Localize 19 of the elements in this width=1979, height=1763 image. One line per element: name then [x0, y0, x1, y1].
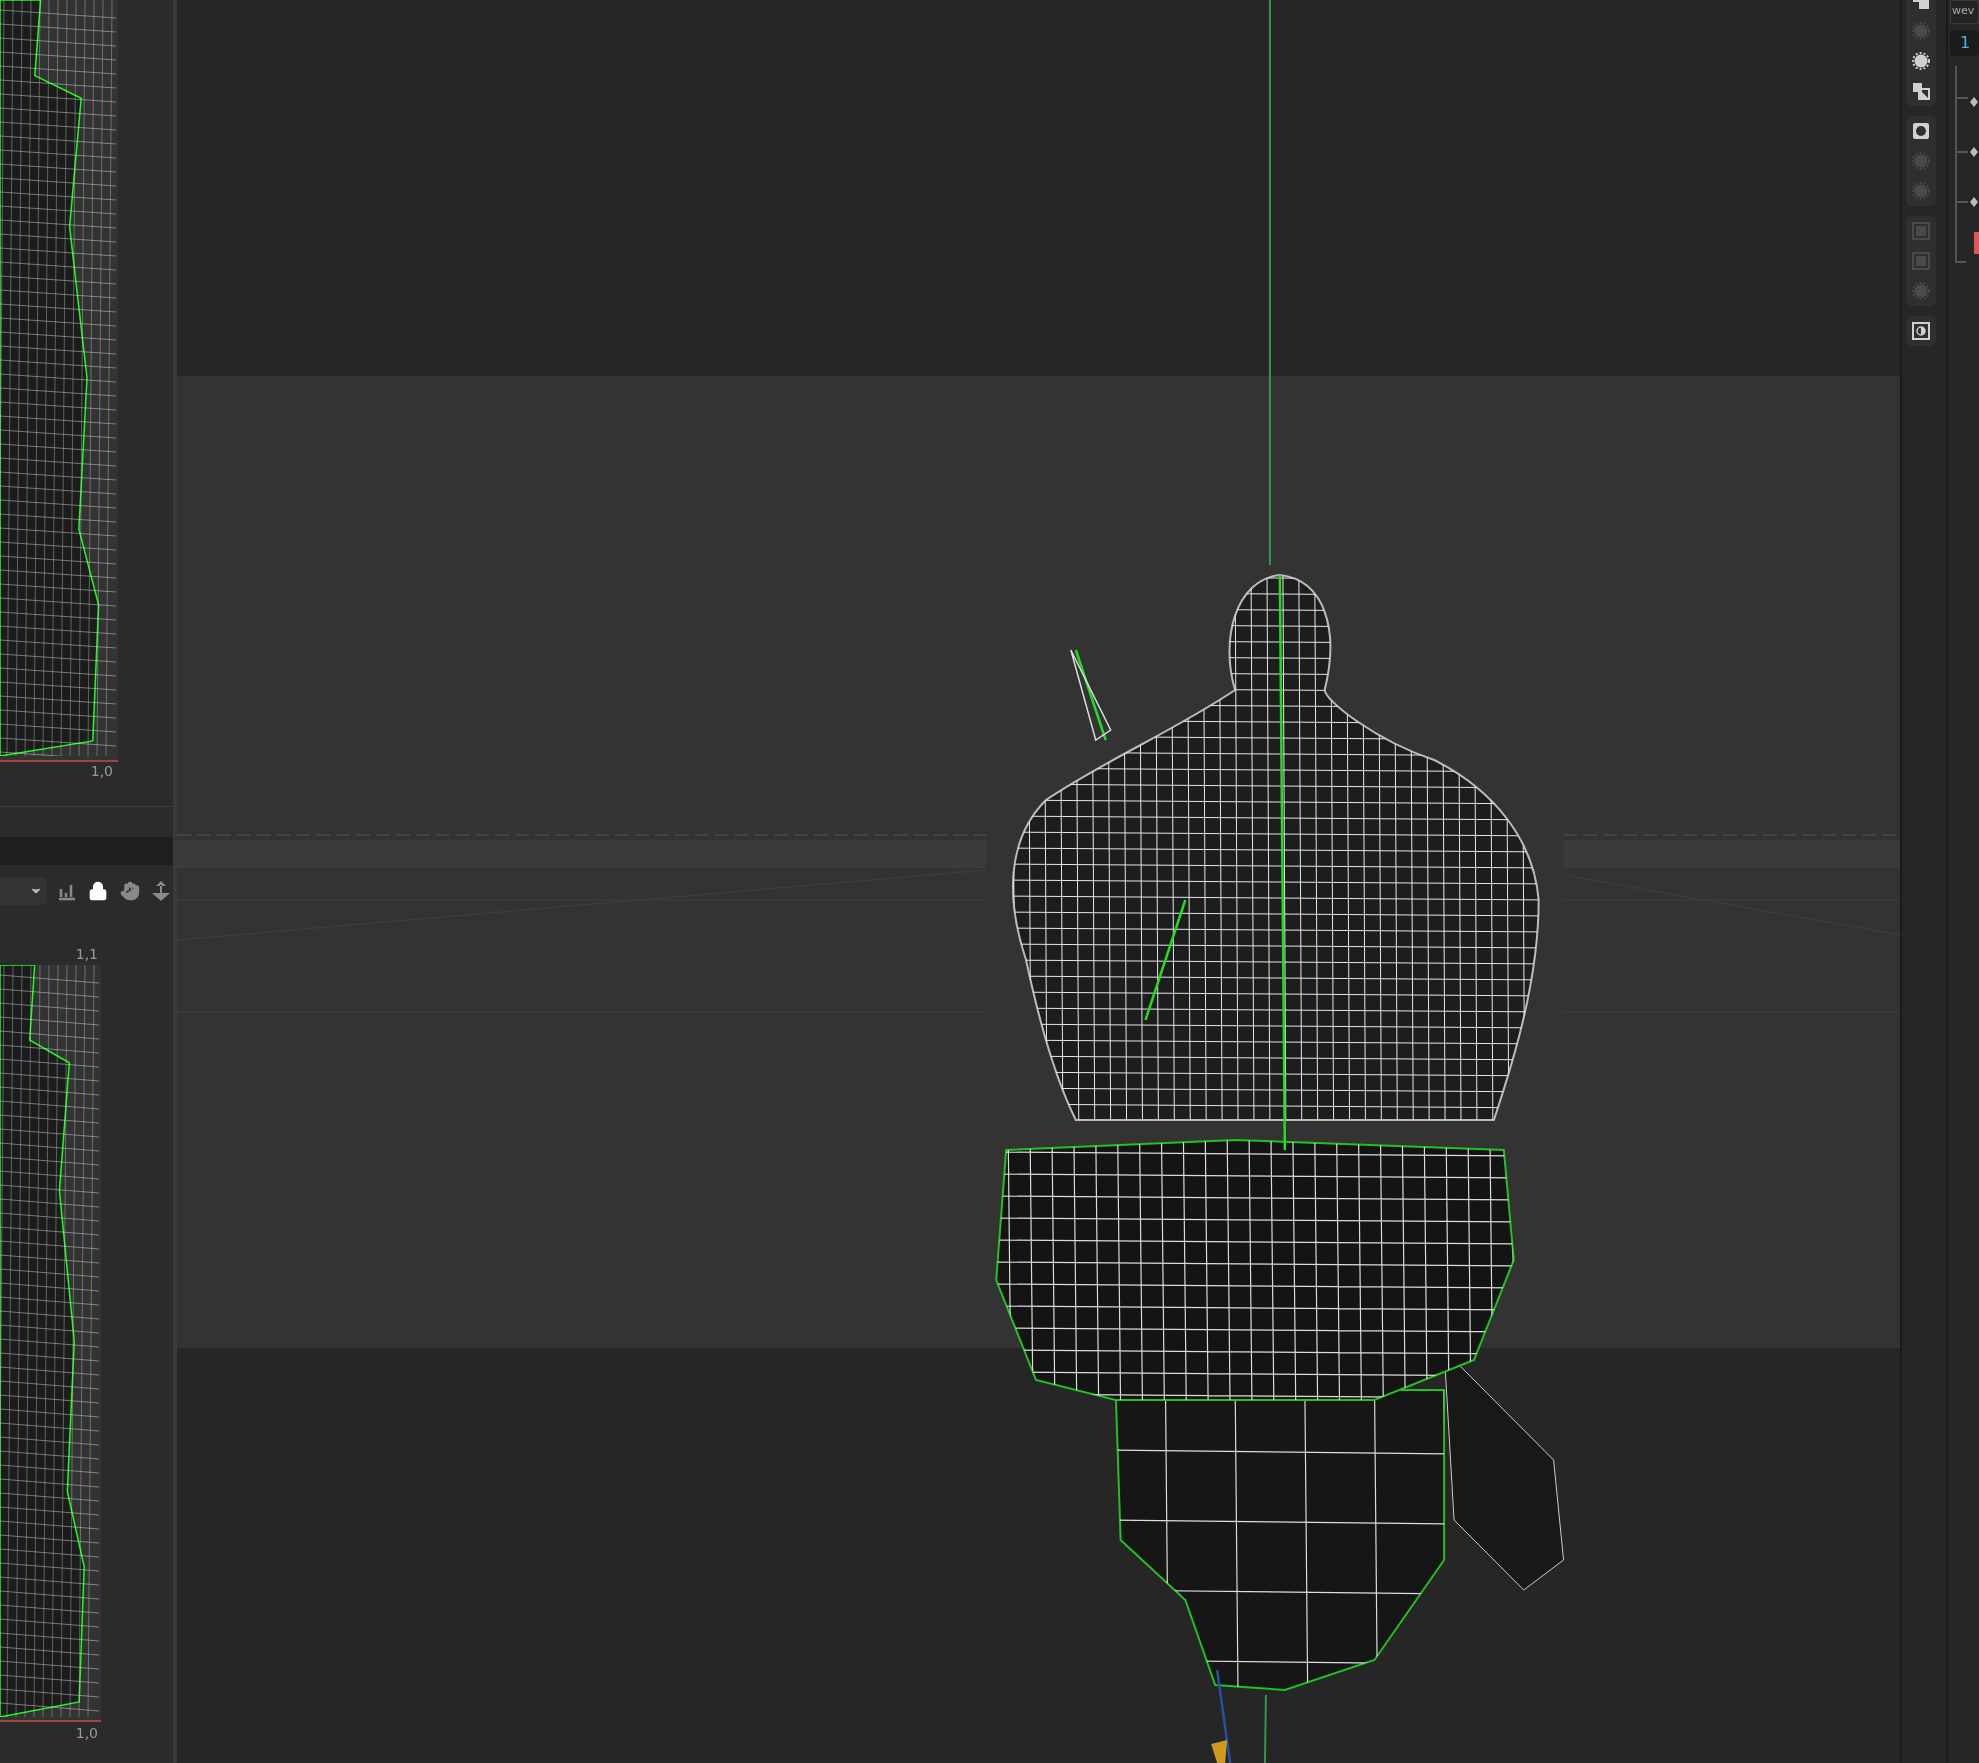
uv-coordinate-label: 1,0: [74, 1724, 99, 1743]
contrast-icon: [1912, 322, 1930, 340]
uv-coordinate-label: 1,0: [89, 762, 114, 781]
square-icon: [1912, 222, 1930, 240]
record-icon: [1912, 122, 1930, 140]
gear-icon: [1912, 52, 1930, 70]
split-squares-icon: [1912, 82, 1930, 100]
gear-icon: [1912, 182, 1930, 200]
gear-icon: [1912, 22, 1930, 40]
lock-icon: [88, 881, 109, 901]
gear-icon: [1912, 282, 1930, 300]
name-field[interactable]: wev: [1950, 0, 1979, 24]
hand-icon: [119, 881, 140, 901]
gear-icon: [1912, 152, 1930, 170]
square-icon: [1912, 252, 1930, 270]
move-vertical-icon: [151, 880, 172, 902]
uv-coordinate-label: 1,1: [74, 945, 99, 964]
value-field[interactable]: 1: [1950, 30, 1979, 56]
y-axis-line: [1263, 1694, 1267, 1763]
